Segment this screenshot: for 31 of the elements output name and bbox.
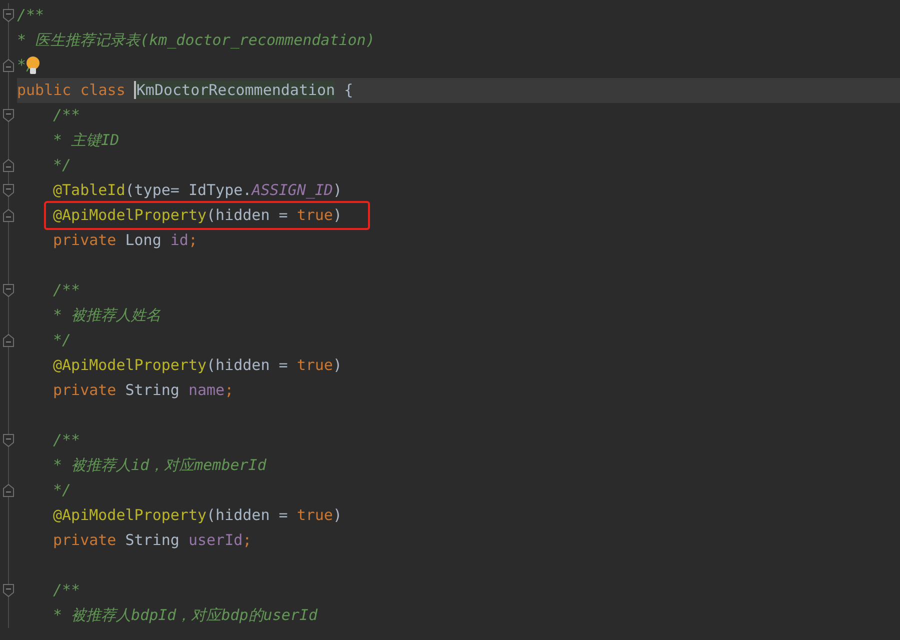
- code-line: @ApiModelProperty(hidden = true): [53, 505, 342, 526]
- code-line: @ApiModelProperty(hidden = true): [53, 355, 342, 376]
- fold-marker-icon[interactable]: [3, 434, 14, 447]
- code-line: /**: [53, 430, 80, 452]
- code-line: * 被推荐人id，对应memberId: [53, 455, 266, 476]
- fold-marker-icon[interactable]: [3, 334, 14, 347]
- code-line: private String userId;: [53, 530, 252, 552]
- code-line: * 主键ID: [53, 130, 120, 152]
- fold-marker-icon[interactable]: [3, 484, 14, 497]
- code-line: /**: [53, 280, 80, 302]
- code-line: public class KmDoctorRecommendation {: [17, 80, 354, 102]
- code-line: private Long id;: [53, 230, 198, 252]
- code-line: /**: [53, 105, 80, 126]
- code-line: */: [53, 155, 72, 176]
- fold-marker-icon[interactable]: [3, 284, 14, 297]
- fold-marker-icon[interactable]: [3, 59, 14, 72]
- fold-marker-icon[interactable]: [3, 584, 14, 597]
- code-line: /**: [17, 5, 44, 26]
- code-line: */: [53, 330, 72, 352]
- code-line: * 被推荐人姓名: [53, 305, 162, 326]
- code-line: private String name;: [53, 380, 234, 402]
- fold-marker-icon[interactable]: [3, 209, 14, 222]
- fold-marker-icon[interactable]: [3, 159, 14, 172]
- code-line: */: [53, 480, 72, 502]
- fold-marker-icon[interactable]: [3, 184, 14, 197]
- code-line: * 医生推荐记录表(km_doctor_recommendation): [17, 30, 375, 52]
- fold-marker-icon[interactable]: [3, 109, 14, 122]
- code-line: * 被推荐人bdpId，对应bdp的userId: [53, 605, 318, 626]
- fold-marker-icon[interactable]: [3, 9, 14, 22]
- code-line: /**: [53, 580, 80, 602]
- code-line: @TableId(type= IdType.ASSIGN_ID): [53, 180, 342, 202]
